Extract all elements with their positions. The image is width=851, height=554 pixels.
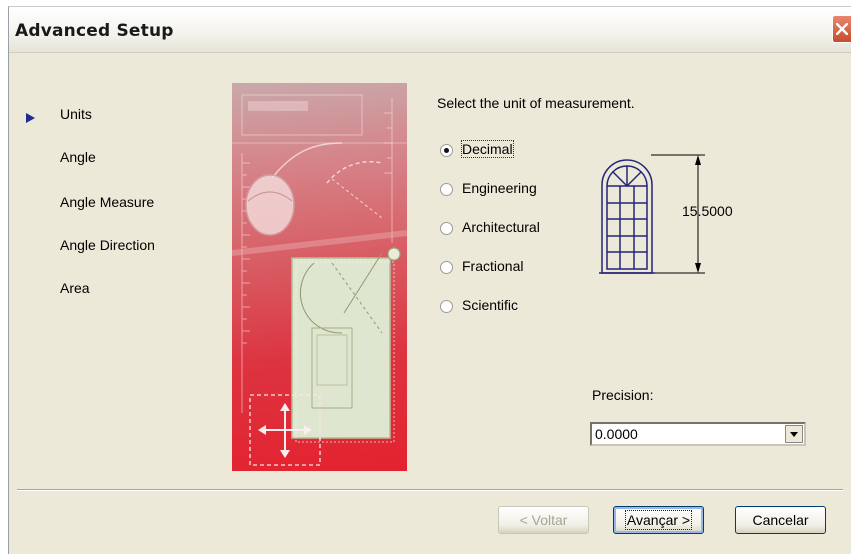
step-angle: Angle [60,149,96,165]
precision-value: 0.0000 [595,426,638,442]
radio-button[interactable] [440,300,453,313]
radio-label-engineering[interactable]: Engineering [462,180,537,196]
current-step-arrow-icon [26,113,35,123]
radio-label-decimal[interactable]: Decimal [461,140,514,158]
radio-label-fractional[interactable]: Fractional [462,258,523,274]
radio-label-scientific[interactable]: Scientific [462,297,518,313]
close-icon [836,23,848,35]
radio-label-architectural[interactable]: Architectural [462,219,540,235]
precision-dropdown[interactable]: 0.0000 [590,422,806,446]
next-button-label: Avançar > [624,510,693,530]
radio-button[interactable] [440,261,453,274]
advanced-setup-dialog: Advanced Setup Units Angle Angle Measure… [8,6,851,554]
close-button[interactable] [832,15,851,43]
cancel-button-label: Cancelar [752,512,809,528]
button-separator [17,489,843,491]
step-area: Area [60,280,90,296]
radio-button[interactable] [440,222,453,235]
chevron-down-icon[interactable] [785,425,803,443]
step-angle-direction: Angle Direction [60,237,155,253]
next-button[interactable]: Avançar > [613,506,704,534]
title-bar[interactable]: Advanced Setup [9,7,851,53]
back-button-label: < Voltar [519,512,568,528]
dialog-title: Advanced Setup [15,21,174,41]
step-angle-measure: Angle Measure [60,194,155,210]
units-prompt: Select the unit of measurement. [437,95,635,111]
back-button[interactable]: < Voltar [498,506,589,534]
step-units: Units [60,106,92,122]
radio-button[interactable] [440,183,453,196]
wizard-illustration [232,83,407,471]
precision-label: Precision: [592,387,654,403]
radio-button-checked[interactable] [440,144,453,157]
cancel-button[interactable]: Cancelar [735,506,826,534]
preview-dimension-value: 15.5000 [682,203,733,219]
